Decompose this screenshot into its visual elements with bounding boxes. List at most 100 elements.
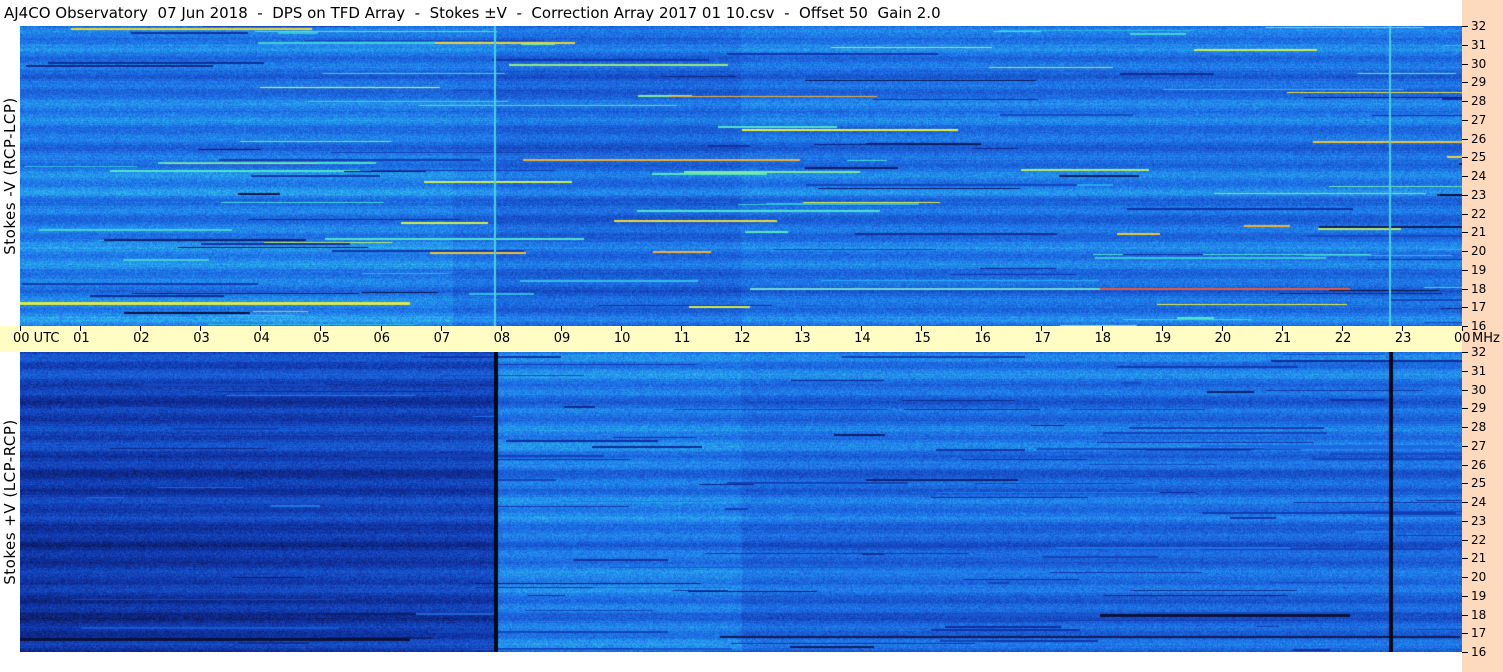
freq-tick [1462,194,1468,196]
freq-tick-label: 29 [1471,401,1487,416]
freq-tick-label: 23 [1471,513,1487,528]
spectrogram-bottom [20,352,1462,652]
time-tick-label: 11 [673,331,691,346]
freq-tick-label: 28 [1471,420,1487,434]
freq-tick-label: 31 [1471,37,1487,52]
time-axis: 00 UTC 01 02 03 04 05 06 07 08 09 10 11 12 13 14 15 16 17… [0,326,1500,352]
freq-tick-label: 16 [1471,645,1487,659]
freq-tick [1462,26,1468,27]
freq-tick [1462,326,1468,327]
freq-tick [1462,445,1468,447]
freq-tick-label: 22 [1471,206,1487,221]
freq-tick [1462,502,1468,503]
freq-tick-label: 30 [1471,56,1487,71]
top-y-axis-label: Stokes -V (RCP-LCP) [1,97,19,255]
time-tick-label: 20 [1214,331,1232,346]
freq-tick-label: 27 [1471,438,1487,453]
freq-tick [1462,213,1468,215]
freq-tick [1462,176,1468,177]
time-tick-label: 09 [553,331,571,346]
time-tick-label: 03 [193,331,210,346]
time-tick-label: 12 [734,331,751,346]
freq-axis-top: 32 31 30 29 28 27 26 25 24 23 22 21 20 19 18 17 16 [1462,19,1503,333]
freq-tick-label: 21 [1471,225,1487,240]
time-tick-label: 07 [433,331,451,346]
chart-title: AJ4CO Observatory 07 Jun 2018 - DPS on T… [4,4,941,22]
freq-tick [1462,520,1468,522]
spectrogram-bottom-canvas [20,352,1462,652]
freq-tick-label: 25 [1471,476,1487,491]
freq-tick-label: 26 [1471,131,1487,146]
time-tick-label: 10 [613,331,631,346]
time-tick-label: 22 [1334,331,1352,346]
freq-tick [1462,539,1468,541]
freq-tick-label: 19 [1471,262,1487,277]
freq-tick-label: 20 [1471,244,1487,258]
freq-tick-label: 30 [1471,382,1487,397]
time-tick-label: 16 [974,331,991,346]
freq-tick-label: 17 [1471,626,1487,641]
freq-tick [1462,352,1468,353]
freq-tick-label: 17 [1471,300,1487,315]
time-tick-label: 14 [854,331,871,346]
freq-tick-label: 22 [1471,532,1487,547]
freq-tick-label: 29 [1471,75,1487,90]
freq-tick-label: 21 [1471,551,1487,566]
freq-tick [1462,389,1468,391]
freq-tick-label: 32 [1471,19,1487,33]
spectrogram-top-canvas [20,26,1462,326]
freq-tick [1462,119,1468,121]
freq-tick [1462,614,1468,616]
freq-tick [1462,138,1468,140]
time-axis-unit: MHz [1472,331,1500,346]
time-tick-label: 05 [313,331,330,346]
time-tick-label: 08 [493,331,511,346]
freq-tick-label: 26 [1471,457,1487,472]
time-tick-label: 00 UTC [13,331,60,346]
time-tick-label: 17 [1034,331,1051,346]
freq-tick [1462,595,1468,597]
time-tick-label: 18 [1094,331,1112,346]
bottom-y-axis-label: Stokes +V (LCP-RCP) [1,419,19,585]
spectrogram-top [20,26,1462,326]
time-tick-label: 23 [1394,331,1412,346]
freq-tick-label: 19 [1471,588,1487,603]
freq-tick [1462,307,1468,309]
freq-tick [1462,483,1468,485]
freq-tick [1462,652,1468,653]
freq-tick-label: 27 [1471,112,1487,127]
time-tick-label: 13 [794,331,811,346]
time-tick-label: 21 [1274,331,1292,346]
freq-tick [1462,633,1468,635]
freq-tick-label: 23 [1471,187,1487,202]
time-tick-label: 06 [373,331,391,346]
freq-tick-label: 24 [1471,169,1487,183]
freq-tick [1462,288,1468,290]
freq-tick [1462,101,1468,102]
freq-tick [1462,251,1468,252]
time-tick-label: 02 [133,331,150,346]
freq-tick [1462,232,1468,234]
freq-tick [1462,63,1468,65]
freq-tick [1462,157,1468,159]
freq-tick-label: 25 [1471,150,1487,165]
freq-tick [1462,269,1468,271]
freq-tick [1462,370,1468,372]
freq-tick-label: 18 [1471,281,1487,296]
time-tick-label: 15 [914,331,931,346]
freq-tick-label: 18 [1471,607,1487,622]
time-tick-label: 01 [73,331,90,346]
freq-tick-label: 24 [1471,495,1487,509]
freq-tick-label: 28 [1471,94,1487,108]
freq-tick [1462,577,1468,578]
time-tick-label: 19 [1154,331,1172,346]
freq-tick [1462,408,1468,410]
freq-tick [1462,464,1468,466]
freq-tick [1462,558,1468,560]
freq-tick [1462,427,1468,428]
time-tick-label: 04 [253,331,270,346]
freq-tick [1462,44,1468,46]
freq-axis-bottom: 32 31 30 29 28 27 26 25 24 23 22 21 20 19 18 17 16 [1462,345,1503,659]
freq-tick [1462,82,1468,84]
freq-tick-label: 16 [1471,319,1487,333]
